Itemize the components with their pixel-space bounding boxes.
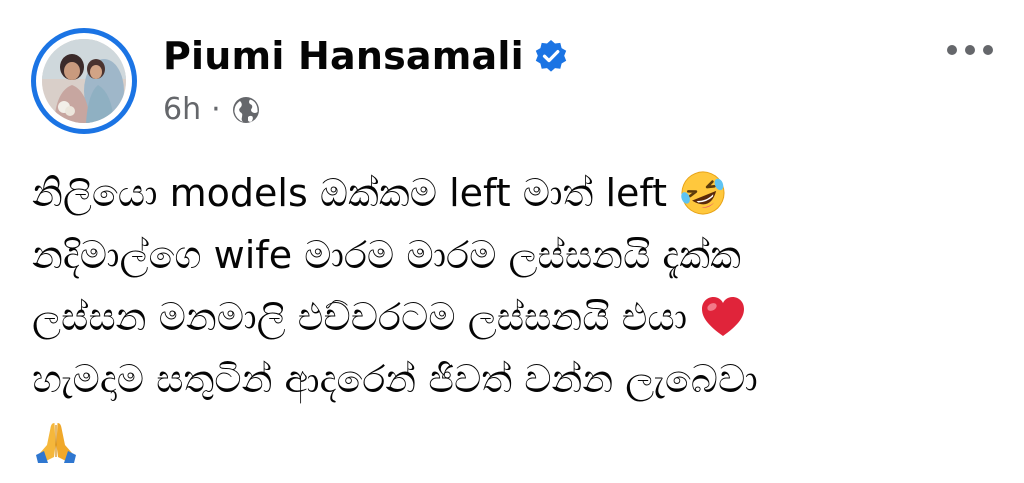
folded-hands-emoji-icon [32, 417, 80, 465]
post-line-4: හැමදාම සතුටින් ආදරෙන් ජිවත් වන්න ලැබෙවා [32, 348, 992, 410]
post-line-3: ලස්සන මනමාලි එච්චරටම ලස්සනයි එයා [32, 286, 992, 348]
author-row: Piumi Hansamali [163, 32, 568, 80]
meta-separator: · [211, 92, 221, 127]
post-line-5 [32, 410, 992, 472]
avatar-photo [42, 39, 126, 123]
post-line-text: ලස්සන මනමාලි එච්චරටම ලස්සනයි එයා [32, 295, 688, 339]
post-header: Piumi Hansamali 6h · [0, 0, 1024, 150]
more-options-icon [947, 45, 993, 55]
rolling-on-floor-laughing-emoji-icon [679, 169, 727, 217]
post-line-2: නදිමාල්ගෙ wife මාරම මාරම ලස්සනයි දැක්ක [32, 224, 992, 286]
post-meta: 6h · [163, 90, 261, 130]
post-line-text: නදිමාල්ගෙ wife මාරම මාරම ලස්සනයි දැක්ක [32, 233, 741, 277]
verified-badge-icon [534, 39, 568, 73]
post-line-text: හැමදාම සතුටින් ආදරෙන් ජිවත් වන්න ලැබෙවා [32, 357, 758, 401]
red-heart-emoji-icon [699, 293, 747, 341]
post-timestamp[interactable]: 6h [163, 90, 201, 130]
avatar-image [42, 39, 126, 123]
globe-icon[interactable] [231, 95, 261, 125]
post-line-1: නිලියො models ඔක්කම left මාත් left [32, 162, 992, 224]
author-name[interactable]: Piumi Hansamali [163, 32, 524, 80]
more-options-button[interactable] [940, 30, 1000, 70]
profile-avatar[interactable] [31, 28, 137, 134]
post-line-text: නිලියො models ඔක්කම left මාත් left [32, 171, 668, 215]
post-text: නිලියො models ඔක්කම left මාත් left නදිමා… [32, 162, 992, 472]
